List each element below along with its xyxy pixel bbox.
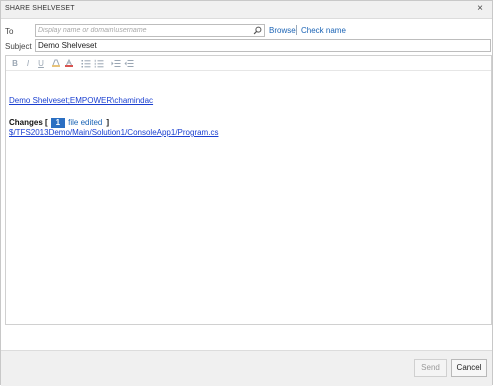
outdent-icon[interactable] [124,59,134,68]
subject-input[interactable] [38,40,478,51]
file-edited-label: file edited [68,118,103,127]
to-input[interactable] [38,25,250,36]
link-separator [296,25,297,35]
changes-summary: Changes [1 file edited] [9,117,484,128]
search-icon[interactable] [253,26,262,35]
send-button[interactable]: Send [414,359,447,377]
subject-field[interactable] [35,39,491,52]
message-editor[interactable]: B I U Demo Shelveset;EMPOWER\chamindac C… [5,55,492,325]
title-bar: SHARE SHELVESET × [1,1,492,19]
to-field[interactable] [35,24,265,37]
indent-icon[interactable] [111,59,121,68]
font-color-icon[interactable] [64,59,74,68]
changes-close-bracket: ] [106,118,110,127]
file-count-badge: 1 [50,118,66,128]
changes-label: Changes [ [9,118,48,127]
close-icon[interactable]: × [474,3,486,15]
to-label: To [5,27,14,36]
dialog-footer: Send Cancel [1,350,492,386]
dialog-title: SHARE SHELVESET [5,5,75,12]
shelveset-link[interactable]: Demo Shelveset;EMPOWER\chamindac [9,96,484,105]
share-shelveset-dialog: SHARE SHELVESET × To Browse Check name S… [0,0,493,386]
subject-label: Subject [5,42,32,51]
underline-button[interactable]: U [38,59,44,68]
italic-button[interactable]: I [25,59,31,68]
browse-link[interactable]: Browse [269,26,296,35]
highlight-icon[interactable] [51,59,61,68]
numbered-list-icon[interactable] [94,59,104,68]
bulleted-list-icon[interactable] [81,59,91,68]
cancel-button[interactable]: Cancel [451,359,487,377]
message-body: Demo Shelveset;EMPOWER\chamindac Changes… [9,96,484,137]
changed-file-link[interactable]: $/TFS2013Demo/Main/Solution1/ConsoleApp1… [9,128,484,137]
check-name-link[interactable]: Check name [301,26,346,35]
formatting-toolbar: B I U [6,56,491,71]
bold-button[interactable]: B [12,59,18,68]
